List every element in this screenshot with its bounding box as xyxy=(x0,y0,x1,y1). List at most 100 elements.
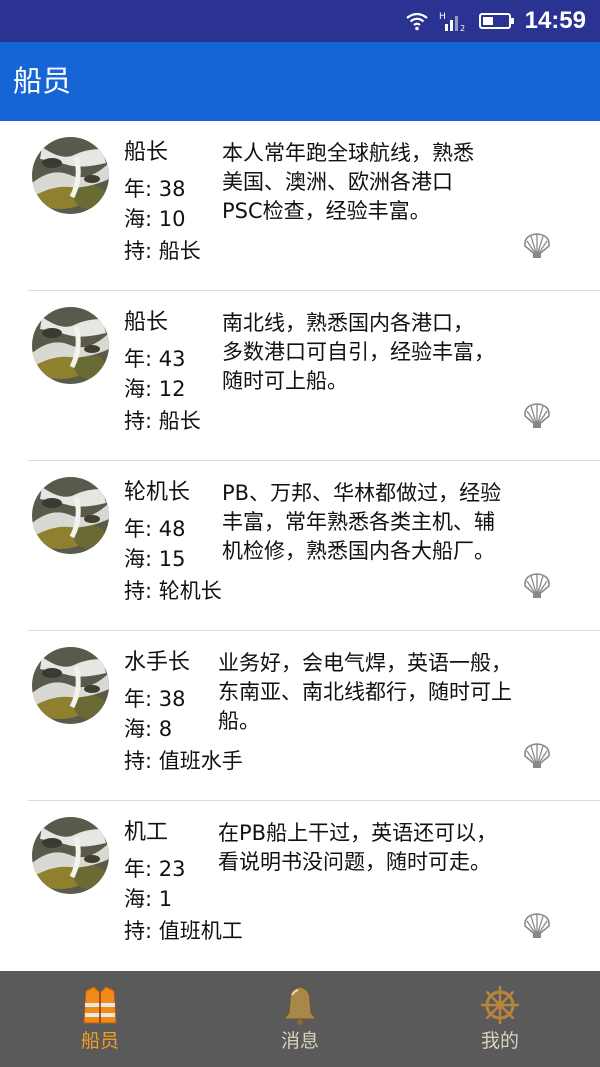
crew-certificate: 持: 船长 xyxy=(124,237,201,265)
shell-icon[interactable] xyxy=(522,741,552,769)
description-line: PSC检查，经验丰富。 xyxy=(222,199,431,223)
description-line: 业务好，会电气焊，英语一般， xyxy=(218,651,512,675)
description-line: 美国、澳洲、欧洲各港口 xyxy=(222,170,453,194)
tab-label-mine: 我的 xyxy=(480,1030,519,1052)
description-line: 随时可上船。 xyxy=(222,369,348,393)
app-bar: 船员 xyxy=(0,42,600,121)
sea-label: 海: xyxy=(124,207,153,231)
description-line: 东南亚、南北线都行，随时可上 xyxy=(218,680,512,704)
age-label: 年: xyxy=(124,347,153,371)
status-bar: H 2 14:59 xyxy=(0,0,600,42)
crew-description: 本人常年跑全球航线，熟悉 美国、澳洲、欧洲各港口 PSC检查，经验丰富。 xyxy=(222,139,567,226)
cert-label: 持: xyxy=(124,579,153,603)
shell-icon[interactable] xyxy=(522,911,552,939)
avatar xyxy=(32,137,109,214)
crew-age: 年: 38 xyxy=(124,685,186,713)
crew-age: 年: 43 xyxy=(124,345,186,373)
crew-list-item[interactable]: 轮机长 年: 48 海: 15 持: 轮机长 PB、万邦、华林都做过，经验 丰富… xyxy=(28,461,600,631)
avatar xyxy=(32,817,109,894)
ship-wheel-icon xyxy=(481,986,519,1024)
description-line: 看说明书没问题，随时可走。 xyxy=(218,850,491,874)
sea-label: 海: xyxy=(124,887,153,911)
crew-age: 年: 38 xyxy=(124,175,186,203)
age-value: 38 xyxy=(158,177,186,201)
crew-certificate: 持: 船长 xyxy=(124,407,201,435)
signal-icon: H 2 xyxy=(439,12,465,32)
cert-label: 持: xyxy=(124,409,153,433)
age-value: 38 xyxy=(158,687,186,711)
cert-value: 船长 xyxy=(158,239,201,263)
shell-icon[interactable] xyxy=(522,231,552,259)
crew-certificate: 持: 轮机长 xyxy=(124,577,222,605)
cert-value: 船长 xyxy=(158,409,201,433)
bottom-tab-bar: 船员 消息 我的 xyxy=(0,971,600,1067)
crew-description: 南北线，熟悉国内各港口， 多数港口可自引，经验丰富， 随时可上船。 xyxy=(222,309,567,396)
crew-list-item[interactable]: 船长 年: 43 海: 12 持: 船长 南北线，熟悉国内各港口， 多数港口可自… xyxy=(28,291,600,461)
age-label: 年: xyxy=(124,857,153,881)
crew-description: 在PB船上干过，英语还可以， 看说明书没问题，随时可走。 xyxy=(218,819,563,877)
bell-icon xyxy=(282,986,318,1025)
crew-list[interactable]: 船长 年: 38 海: 10 持: 船长 本人常年跑全球航线，熟悉 美国、澳洲、… xyxy=(0,121,600,971)
description-line: 在PB船上干过，英语还可以， xyxy=(218,821,498,845)
cert-value: 轮机长 xyxy=(158,579,222,603)
crew-role: 船长 xyxy=(124,310,169,335)
avatar xyxy=(32,477,109,554)
crew-sea-years: 海: 10 xyxy=(124,205,186,233)
cert-value: 值班机工 xyxy=(158,919,243,943)
status-time: 14:59 xyxy=(524,7,586,34)
age-value: 23 xyxy=(158,857,186,881)
tab-mine[interactable]: 我的 xyxy=(400,971,600,1067)
page-title: 船员 xyxy=(13,64,72,98)
sea-label: 海: xyxy=(124,547,153,571)
life-vest-icon xyxy=(83,986,117,1024)
age-value: 43 xyxy=(158,347,186,371)
crew-sea-years: 海: 8 xyxy=(124,715,172,743)
crew-description: PB、万邦、华林都做过，经验 丰富，常年熟悉各类主机、辅 机检修，熟悉国内各大船… xyxy=(222,479,567,566)
age-label: 年: xyxy=(124,177,153,201)
sea-value: 12 xyxy=(158,377,186,401)
description-line: 船。 xyxy=(218,709,260,733)
cert-label: 持: xyxy=(124,749,153,773)
crew-age: 年: 48 xyxy=(124,515,186,543)
sea-value: 1 xyxy=(158,887,173,911)
avatar xyxy=(32,307,109,384)
tab-messages[interactable]: 消息 xyxy=(200,971,400,1067)
crew-list-item[interactable]: 水手长 年: 38 海: 8 持: 值班水手 业务好，会电气焊，英语一般， 东南… xyxy=(28,631,600,801)
description-line: 机检修，熟悉国内各大船厂。 xyxy=(222,539,495,563)
crew-role: 机工 xyxy=(124,820,169,845)
description-line: 丰富，常年熟悉各类主机、辅 xyxy=(222,510,495,534)
tab-crew[interactable]: 船员 xyxy=(0,971,200,1067)
sim-index: 2 xyxy=(460,24,465,32)
description-line: 本人常年跑全球航线，熟悉 xyxy=(222,141,474,165)
status-icons: H 2 14:59 xyxy=(405,6,586,36)
crew-age: 年: 23 xyxy=(124,855,186,883)
tab-label-crew: 船员 xyxy=(80,1030,119,1052)
sea-label: 海: xyxy=(124,717,153,741)
description-line: 多数港口可自引，经验丰富， xyxy=(222,340,495,364)
wifi-icon xyxy=(405,12,428,31)
age-label: 年: xyxy=(124,687,153,711)
avatar xyxy=(32,647,109,724)
crew-sea-years: 海: 1 xyxy=(124,885,172,913)
cert-value: 值班水手 xyxy=(158,749,243,773)
crew-sea-years: 海: 12 xyxy=(124,375,186,403)
description-line: PB、万邦、华林都做过，经验 xyxy=(222,481,502,505)
description-line: 南北线，熟悉国内各港口， xyxy=(222,311,474,335)
age-value: 48 xyxy=(158,517,186,541)
crew-certificate: 持: 值班机工 xyxy=(124,917,243,945)
crew-role: 水手长 xyxy=(124,650,191,675)
sea-label: 海: xyxy=(124,377,153,401)
sea-value: 10 xyxy=(158,207,186,231)
crew-list-item[interactable]: 机工 年: 23 海: 1 持: 值班机工 在PB船上干过，英语还可以， 看说明… xyxy=(28,801,600,970)
crew-description: 业务好，会电气焊，英语一般， 东南亚、南北线都行，随时可上 船。 xyxy=(218,649,573,736)
sea-value: 8 xyxy=(158,717,173,741)
cert-label: 持: xyxy=(124,239,153,263)
shell-icon[interactable] xyxy=(522,401,552,429)
sea-value: 15 xyxy=(158,547,186,571)
crew-list-item[interactable]: 船长 年: 38 海: 10 持: 船长 本人常年跑全球航线，熟悉 美国、澳洲、… xyxy=(28,121,600,291)
crew-sea-years: 海: 15 xyxy=(124,545,186,573)
tab-label-messages: 消息 xyxy=(280,1030,319,1052)
crew-certificate: 持: 值班水手 xyxy=(124,747,243,775)
crew-role: 轮机长 xyxy=(124,480,191,505)
shell-icon[interactable] xyxy=(522,571,552,599)
